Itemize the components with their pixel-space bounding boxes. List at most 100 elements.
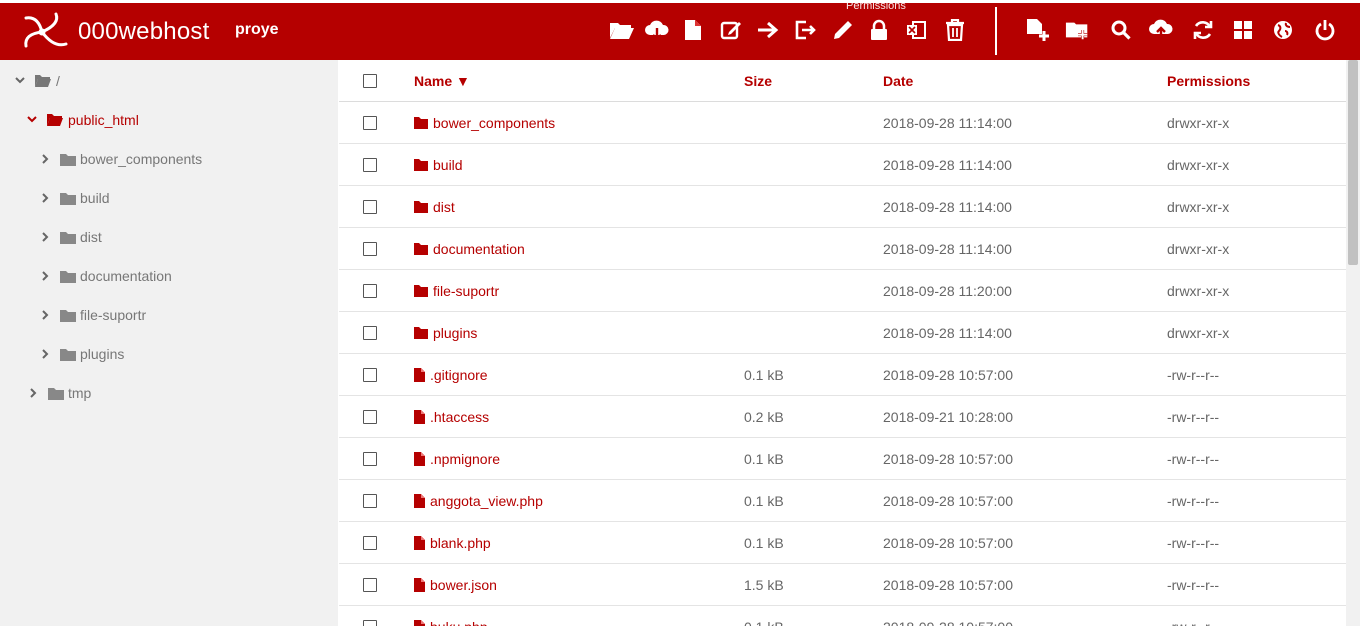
chevron-down-icon[interactable] — [26, 116, 38, 124]
row-checkbox[interactable] — [363, 368, 377, 382]
rename-pencil-icon[interactable] — [830, 17, 856, 43]
tree-item-tmp[interactable]: tmp — [28, 382, 91, 404]
exit-icon[interactable] — [793, 17, 819, 43]
table-row[interactable]: build 2018-09-28 11:14:00 drwxr-xr-x — [339, 144, 1346, 186]
row-checkbox[interactable] — [363, 326, 377, 340]
row-checkbox[interactable] — [363, 284, 377, 298]
size-cell: 0.2 kB — [744, 409, 784, 425]
table-row[interactable]: blank.php 0.1 kB 2018-09-28 10:57:00 -rw-r-… — [339, 522, 1346, 564]
select-all-checkbox[interactable] — [363, 74, 377, 88]
chevron-right-icon[interactable] — [40, 193, 52, 203]
permissions-cell: -rw-r--r-- — [1167, 409, 1220, 425]
refresh-icon[interactable] — [1190, 17, 1216, 43]
trash-icon[interactable] — [942, 17, 968, 43]
file-name-link[interactable]: buku.php — [414, 619, 488, 626]
new-folder-icon[interactable] — [1065, 17, 1091, 43]
column-header-size[interactable]: Size — [744, 60, 772, 102]
row-checkbox-cell — [363, 312, 377, 354]
grid-view-icon[interactable] — [1230, 17, 1256, 43]
table-row[interactable]: buku.php 0.1 kB 2018-09-28 10:57:00 -rw-r--… — [339, 606, 1346, 626]
row-checkbox-cell — [363, 480, 377, 522]
table-row[interactable]: dist 2018-09-28 11:14:00 drwxr-xr-x — [339, 186, 1346, 228]
table-row[interactable]: bower.json 1.5 kB 2018-09-28 10:57:00 -rw-r… — [339, 564, 1346, 606]
new-file-icon[interactable] — [680, 17, 706, 43]
row-checkbox[interactable] — [363, 494, 377, 508]
tree-item-build[interactable]: build — [40, 187, 110, 209]
tree-item-file-suportr[interactable]: file-suportr — [40, 304, 146, 326]
column-header-name[interactable]: Name ▼ — [414, 60, 470, 102]
column-header-date[interactable]: Date — [883, 60, 913, 102]
file-name: bower_components — [433, 115, 556, 131]
tree-item-documentation[interactable]: documentation — [40, 265, 172, 287]
open-folder-icon — [46, 113, 64, 127]
upload-cloud-icon[interactable] — [644, 17, 670, 43]
file-name-link[interactable]: plugins — [414, 325, 477, 341]
column-header-permissions[interactable]: Permissions — [1167, 60, 1250, 102]
tree-item-public-html[interactable]: public_html — [26, 109, 139, 131]
table-row[interactable]: documentation 2018-09-28 11:14:00 drwxr-xr… — [339, 228, 1346, 270]
chevron-right-icon[interactable] — [40, 349, 52, 359]
globe-icon[interactable] — [1270, 17, 1296, 43]
table-row[interactable]: .npmignore 0.1 kB 2018-09-28 10:57:00 -rw-r… — [339, 438, 1346, 480]
move-arrow-icon[interactable] — [755, 17, 781, 43]
upload-icon[interactable] — [1148, 17, 1174, 43]
table-row[interactable]: bower_components 2018-09-28 11:14:00 drwxr… — [339, 102, 1346, 144]
edit-icon[interactable] — [718, 17, 744, 43]
row-checkbox[interactable] — [363, 578, 377, 592]
file-name-link[interactable]: anggota_view.php — [414, 493, 543, 509]
row-checkbox[interactable] — [363, 242, 377, 256]
tree-item-root[interactable]: / — [14, 70, 60, 92]
chevron-down-icon[interactable] — [14, 77, 26, 85]
chevron-right-icon[interactable] — [40, 154, 52, 164]
extract-icon[interactable] — [903, 17, 929, 43]
table-row[interactable]: file-suportr 2018-09-28 11:20:00 drwxr-xr-… — [339, 270, 1346, 312]
chevron-right-icon[interactable] — [28, 388, 40, 398]
folder-tree-sidebar: / public_html bower_components build dis… — [0, 60, 338, 626]
row-checkbox[interactable] — [363, 410, 377, 424]
chevron-right-icon[interactable] — [40, 271, 52, 281]
file-name-link[interactable]: .htaccess — [414, 409, 489, 425]
select-all-checkbox-cell — [363, 60, 377, 102]
file-name-link[interactable]: build — [414, 157, 463, 173]
file-name: anggota_view.php — [430, 493, 543, 509]
row-checkbox[interactable] — [363, 158, 377, 172]
tree-item-dist[interactable]: dist — [40, 226, 102, 248]
permissions-cell: drwxr-xr-x — [1167, 325, 1230, 341]
logo[interactable]: 000webhost — [20, 10, 209, 54]
file-name-link[interactable]: dist — [414, 199, 455, 215]
permissions-cell: drwxr-xr-x — [1167, 157, 1230, 173]
table-row[interactable]: plugins 2018-09-28 11:14:00 drwxr-xr-x — [339, 312, 1346, 354]
row-checkbox[interactable] — [363, 116, 377, 130]
new-file-plus-icon[interactable] — [1025, 17, 1051, 43]
file-name-link[interactable]: bower.json — [414, 577, 497, 593]
file-name-link[interactable]: .gitignore — [414, 367, 488, 383]
lock-icon[interactable] — [866, 17, 892, 43]
row-checkbox[interactable] — [363, 620, 377, 626]
row-checkbox-cell — [363, 354, 377, 396]
file-name-link[interactable]: bower_components — [414, 115, 555, 131]
tree-item-plugins[interactable]: plugins — [40, 343, 124, 365]
scrollbar-thumb[interactable] — [1348, 60, 1358, 265]
row-checkbox[interactable] — [363, 536, 377, 550]
file-name-link[interactable]: file-suportr — [414, 283, 499, 299]
chevron-right-icon[interactable] — [40, 232, 52, 242]
folder-icon — [414, 285, 428, 297]
search-icon[interactable] — [1108, 17, 1134, 43]
file-name-link[interactable]: .npmignore — [414, 451, 500, 467]
vertical-scrollbar[interactable] — [1346, 60, 1360, 626]
tooltip-permissions: Permissions — [846, 0, 906, 12]
row-checkbox[interactable] — [363, 200, 377, 214]
chevron-right-icon[interactable] — [40, 310, 52, 320]
table-row[interactable]: anggota_view.php 0.1 kB 2018-09-28 10:57:0… — [339, 480, 1346, 522]
file-name-link[interactable]: blank.php — [414, 535, 491, 551]
table-row[interactable]: .gitignore 0.1 kB 2018-09-28 10:57:00 -rw-r… — [339, 354, 1346, 396]
row-checkbox[interactable] — [363, 452, 377, 466]
tree-item-bower-components[interactable]: bower_components — [40, 148, 202, 170]
name-cell: documentation — [414, 228, 525, 270]
table-row[interactable]: .htaccess 0.2 kB 2018-09-21 10:28:00 -rw-r-… — [339, 396, 1346, 438]
file-name-link[interactable]: documentation — [414, 241, 525, 257]
folder-icon — [60, 309, 76, 322]
open-folder-icon[interactable] — [609, 17, 635, 43]
file-name: documentation — [433, 241, 525, 257]
power-icon[interactable] — [1312, 17, 1338, 43]
